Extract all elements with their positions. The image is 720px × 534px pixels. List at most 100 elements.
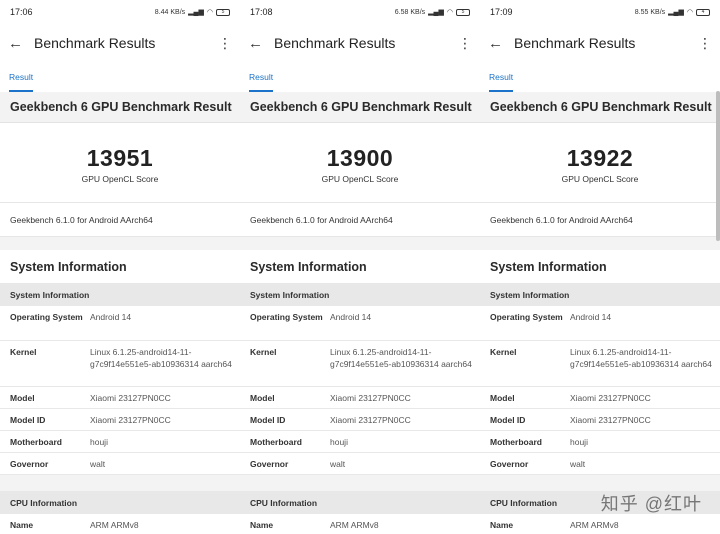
version-info: Geekbench 6.1.0 for Android AArch64 xyxy=(240,203,480,237)
value-kernel: Linux 6.1.25-android14-11-g7c9f14e551e5-… xyxy=(570,347,712,369)
version-info: Geekbench 6.1.0 for Android AArch64 xyxy=(0,203,240,237)
app-title: Benchmark Results xyxy=(34,35,156,51)
row-governor: Governor walt xyxy=(0,453,240,475)
row-model: Model Xiaomi 23127PN0CC xyxy=(0,387,240,409)
tab-result[interactable]: Result xyxy=(489,62,514,92)
subheader-system: System Information xyxy=(480,283,720,306)
row-operating-system: Operating System Android 14 xyxy=(240,306,480,341)
row-kernel: Kernel Linux 6.1.25-android14-11-g7c9f14e… xyxy=(0,341,240,387)
more-vertical-icon[interactable]: ⋮ xyxy=(698,35,712,52)
value-governor: walt xyxy=(570,459,586,469)
subheader-cpu: CPU Information xyxy=(0,491,240,514)
tab-bar: Result xyxy=(240,62,480,92)
status-icons: 8.44 KB/s ▂▄▆ ◠ 5 xyxy=(155,8,230,16)
score-label: GPU OpenCL Score xyxy=(561,174,639,184)
value-operating-system: Android 14 xyxy=(570,312,612,322)
row-operating-system: Operating System Android 14 xyxy=(0,306,240,341)
version-info: Geekbench 6.1.0 for Android AArch64 xyxy=(480,203,720,237)
key-motherboard: Motherboard xyxy=(490,437,542,447)
network-speed: 8.55 KB/s xyxy=(634,8,666,16)
network-speed: 8.44 KB/s xyxy=(154,8,186,16)
key-model-id: Model ID xyxy=(490,415,526,425)
app-title: Benchmark Results xyxy=(274,35,396,51)
more-vertical-icon[interactable]: ⋮ xyxy=(218,35,232,52)
key-name: Name xyxy=(10,520,34,530)
row-governor: Governor walt xyxy=(240,453,480,475)
value-operating-system: Android 14 xyxy=(90,312,132,322)
status-bar: 17:06 8.44 KB/s ▂▄▆ ◠ 5 xyxy=(0,0,240,24)
key-name: Name xyxy=(490,520,514,530)
key-model-id: Model ID xyxy=(250,415,286,425)
key-model: Model xyxy=(250,393,275,403)
divider-gap xyxy=(0,237,240,250)
key-name: Name xyxy=(250,520,274,530)
score-card: 13900 GPU OpenCL Score xyxy=(240,123,480,203)
gpu-score: 13951 xyxy=(86,145,154,171)
row-model: Model Xiaomi 23127PN0CC xyxy=(480,387,720,409)
key-governor: Governor xyxy=(10,459,49,469)
tab-result[interactable]: Result xyxy=(9,62,34,92)
network-speed: 6.58 KB/s xyxy=(394,8,426,16)
result-header: Geekbench 6 GPU Benchmark Result xyxy=(0,92,240,123)
row-name: Name ARM ARMv8 xyxy=(240,514,480,534)
value-model-id: Xiaomi 23127PN0CC xyxy=(90,415,171,425)
subheader-system: System Information xyxy=(240,283,480,306)
key-kernel: Kernel xyxy=(490,347,517,357)
value-model-id: Xiaomi 23127PN0CC xyxy=(330,415,411,425)
value-name: ARM ARMv8 xyxy=(90,520,139,530)
scrollbar[interactable] xyxy=(716,91,720,241)
screenshot-row: 17:06 8.44 KB/s ▂▄▆ ◠ 5 ← Benchmark Resu… xyxy=(0,0,720,534)
row-operating-system: Operating System Android 14 xyxy=(480,306,720,341)
value-kernel: Linux 6.1.25-android14-11-g7c9f14e551e5-… xyxy=(330,347,472,369)
key-model: Model xyxy=(490,393,515,403)
key-model-id: Model ID xyxy=(10,415,46,425)
score-label: GPU OpenCL Score xyxy=(81,174,159,184)
battery-level: 5 xyxy=(461,8,465,15)
app-bar: ← Benchmark Results ⋮ xyxy=(240,24,480,62)
arrow-left-icon[interactable]: ← xyxy=(8,35,28,52)
signal-icon: ▂▄▆ xyxy=(428,9,444,16)
key-governor: Governor xyxy=(250,459,289,469)
divider-gap xyxy=(480,237,720,250)
battery-icon: 5 xyxy=(456,8,470,16)
row-kernel: Kernel Linux 6.1.25-android14-11-g7c9f14e… xyxy=(240,341,480,387)
key-operating-system: Operating System xyxy=(490,312,563,322)
tab-bar: Result xyxy=(0,62,240,92)
arrow-left-icon[interactable]: ← xyxy=(488,35,508,52)
row-name: Name ARM ARMv8 xyxy=(0,514,240,534)
app-bar: ← Benchmark Results ⋮ xyxy=(0,24,240,62)
value-model: Xiaomi 23127PN0CC xyxy=(330,393,411,403)
value-model: Xiaomi 23127PN0CC xyxy=(90,393,171,403)
value-motherboard: houji xyxy=(90,437,108,447)
score-label: GPU OpenCL Score xyxy=(321,174,399,184)
value-name: ARM ARMv8 xyxy=(330,520,379,530)
battery-level: 5 xyxy=(221,8,225,15)
row-model: Model Xiaomi 23127PN0CC xyxy=(240,387,480,409)
phone-panel-3: 17:09 8.55 KB/s ▂▄▆ ◠ 4 ← Benchmark Resu… xyxy=(480,0,720,534)
section-title-system: System Information xyxy=(0,250,240,283)
more-vertical-icon[interactable]: ⋮ xyxy=(458,35,472,52)
value-operating-system: Android 14 xyxy=(330,312,372,322)
score-card: 13922 GPU OpenCL Score xyxy=(480,123,720,203)
row-name: Name ARM ARMv8 xyxy=(480,514,720,534)
arrow-left-icon[interactable]: ← xyxy=(248,35,268,52)
status-bar: 17:09 8.55 KB/s ▂▄▆ ◠ 4 xyxy=(480,0,720,24)
value-governor: walt xyxy=(90,459,106,469)
phone-panel-2: 17:08 6.58 KB/s ▂▄▆ ◠ 5 ← Benchmark Resu… xyxy=(240,0,480,534)
divider-gap xyxy=(0,475,240,491)
app-bar: ← Benchmark Results ⋮ xyxy=(480,24,720,62)
section-title-system: System Information xyxy=(240,250,480,283)
value-kernel: Linux 6.1.25-android14-11-g7c9f14e551e5-… xyxy=(90,347,232,369)
tab-result[interactable]: Result xyxy=(249,62,274,92)
value-motherboard: houji xyxy=(330,437,348,447)
key-operating-system: Operating System xyxy=(250,312,323,322)
result-header: Geekbench 6 GPU Benchmark Result xyxy=(240,92,480,123)
value-model: Xiaomi 23127PN0CC xyxy=(570,393,651,403)
row-model-id: Model ID Xiaomi 23127PN0CC xyxy=(0,409,240,431)
value-governor: walt xyxy=(330,459,346,469)
wifi-icon: ◠ xyxy=(206,9,213,16)
row-governor: Governor walt xyxy=(480,453,720,475)
row-kernel: Kernel Linux 6.1.25-android14-11-g7c9f14e… xyxy=(480,341,720,387)
key-governor: Governor xyxy=(490,459,529,469)
divider-gap xyxy=(240,237,480,250)
